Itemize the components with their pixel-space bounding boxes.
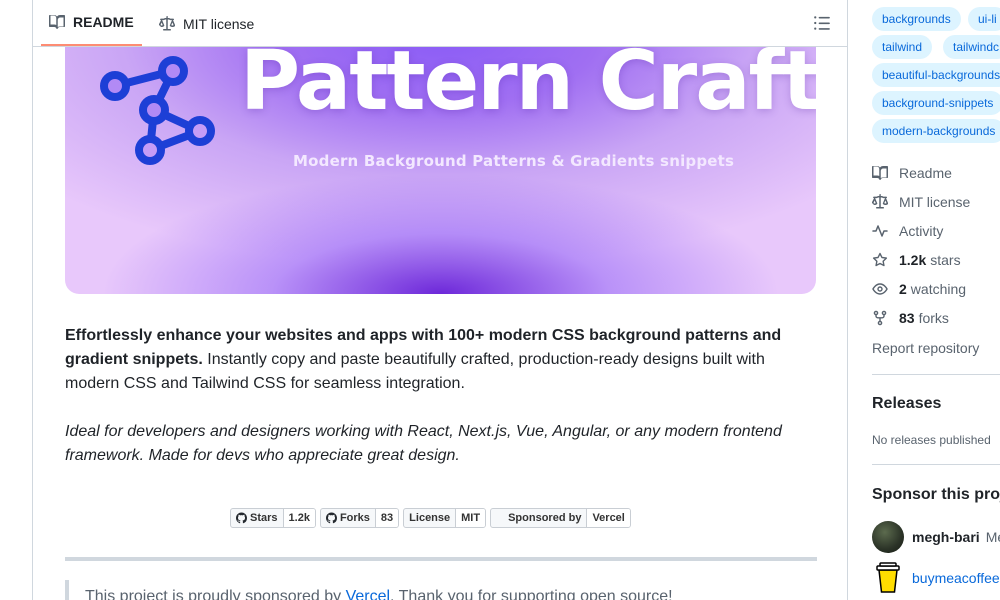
topic-tailwindcss[interactable]: tailwindc xyxy=(943,35,1000,59)
license-badge-label: License xyxy=(409,512,451,524)
topic-tailwind[interactable]: tailwind xyxy=(872,35,933,59)
banner-glow xyxy=(65,174,816,294)
readme-panel: Pattern Craft Modern Background Patterns… xyxy=(32,0,848,600)
sidebar-divider xyxy=(872,374,1000,375)
tab-readme[interactable]: README xyxy=(41,0,142,46)
sponsor-username: megh-bari xyxy=(912,529,980,545)
banner-subtitle: Modern Background Patterns & Gradients s… xyxy=(293,152,735,170)
pattern-craft-logo-icon xyxy=(100,56,215,165)
stars-badge-label: Stars xyxy=(231,509,283,527)
repo-sidebar: backgrounds ui-li tailwind tailwindc bea… xyxy=(872,0,1000,600)
pulse-icon xyxy=(872,225,888,237)
report-repository-link[interactable]: Report repository xyxy=(872,340,979,356)
tab-mit-license[interactable]: MIT license xyxy=(151,0,262,47)
sidebar-divider xyxy=(872,464,1000,465)
sponsor-user-extra: Me xyxy=(985,529,1000,545)
sponsor-quote: This project is proudly sponsored by Ver… xyxy=(65,580,817,600)
no-releases-text: No releases published xyxy=(872,433,991,447)
github-icon xyxy=(325,512,337,524)
banner-title: Pattern Craft xyxy=(240,38,816,129)
tab-readme-label: README xyxy=(73,14,134,30)
buymeacoffee-link[interactable]: buymeacoffee xyxy=(872,561,1000,595)
topic-modern-backgrounds[interactable]: modern-backgrounds xyxy=(872,119,1000,143)
forks-badge[interactable]: Forks 83 xyxy=(319,508,400,528)
scale-icon xyxy=(159,15,175,30)
sponsor-badge-value: Vercel xyxy=(586,509,630,527)
stars-badge[interactable]: Stars 1.2k xyxy=(230,508,316,528)
topic-backgrounds[interactable]: backgrounds xyxy=(872,7,961,31)
forks-badge-value: 83 xyxy=(374,509,399,527)
topic-background-snippets[interactable]: background-snippets xyxy=(872,91,1000,115)
releases-heading[interactable]: Releases xyxy=(872,395,941,413)
fork-icon xyxy=(873,310,887,326)
topic-ui-li[interactable]: ui-li xyxy=(968,7,1000,31)
outline-list-icon[interactable] xyxy=(813,14,831,32)
github-icon xyxy=(236,512,247,524)
horizontal-rule xyxy=(65,557,817,561)
tab-license-label: MIT license xyxy=(183,15,255,32)
eye-icon xyxy=(872,283,888,295)
forks-badge-label: Forks xyxy=(321,509,375,527)
badge-row: Stars 1.2k Forks 83 License MIT Sponsore… xyxy=(230,508,631,528)
avatar xyxy=(872,521,904,553)
readme-link[interactable]: Readme xyxy=(872,165,952,181)
book-icon xyxy=(49,14,65,30)
license-badge-value: MIT xyxy=(455,509,486,527)
sponsor-user[interactable]: megh-bari Me xyxy=(872,521,1000,553)
readme-banner: Pattern Craft Modern Background Patterns… xyxy=(65,38,816,294)
license-badge[interactable]: License MIT xyxy=(403,508,487,528)
scale-icon xyxy=(872,194,888,209)
star-icon xyxy=(872,252,888,267)
activity-link[interactable]: Activity xyxy=(872,223,943,239)
license-link[interactable]: MIT license xyxy=(872,194,970,210)
sponsor-heading: Sponsor this proje xyxy=(872,486,1000,503)
readme-description: Effortlessly enhance your websites and a… xyxy=(65,324,817,396)
vercel-icon xyxy=(496,514,505,521)
forks-link[interactable]: 83 forks xyxy=(872,310,949,326)
sponsor-badge[interactable]: Sponsored by Vercel xyxy=(490,508,631,528)
sponsor-badge-label: Sponsored by xyxy=(491,509,586,527)
buymeacoffee-label: buymeacoffee xyxy=(912,570,1000,586)
topic-beautiful-backgrounds[interactable]: beautiful-backgrounds xyxy=(872,63,1000,87)
book-icon xyxy=(872,166,888,181)
watchers-link[interactable]: 2 watching xyxy=(872,281,966,297)
vercel-link[interactable]: Vercel xyxy=(346,588,390,600)
stars-badge-value: 1.2k xyxy=(282,509,315,527)
coffee-cup-icon xyxy=(876,562,900,593)
readme-italic-note: Ideal for developers and designers worki… xyxy=(65,423,782,464)
readme-tabs: README MIT license xyxy=(33,0,847,47)
stars-link[interactable]: 1.2k stars xyxy=(872,252,961,268)
